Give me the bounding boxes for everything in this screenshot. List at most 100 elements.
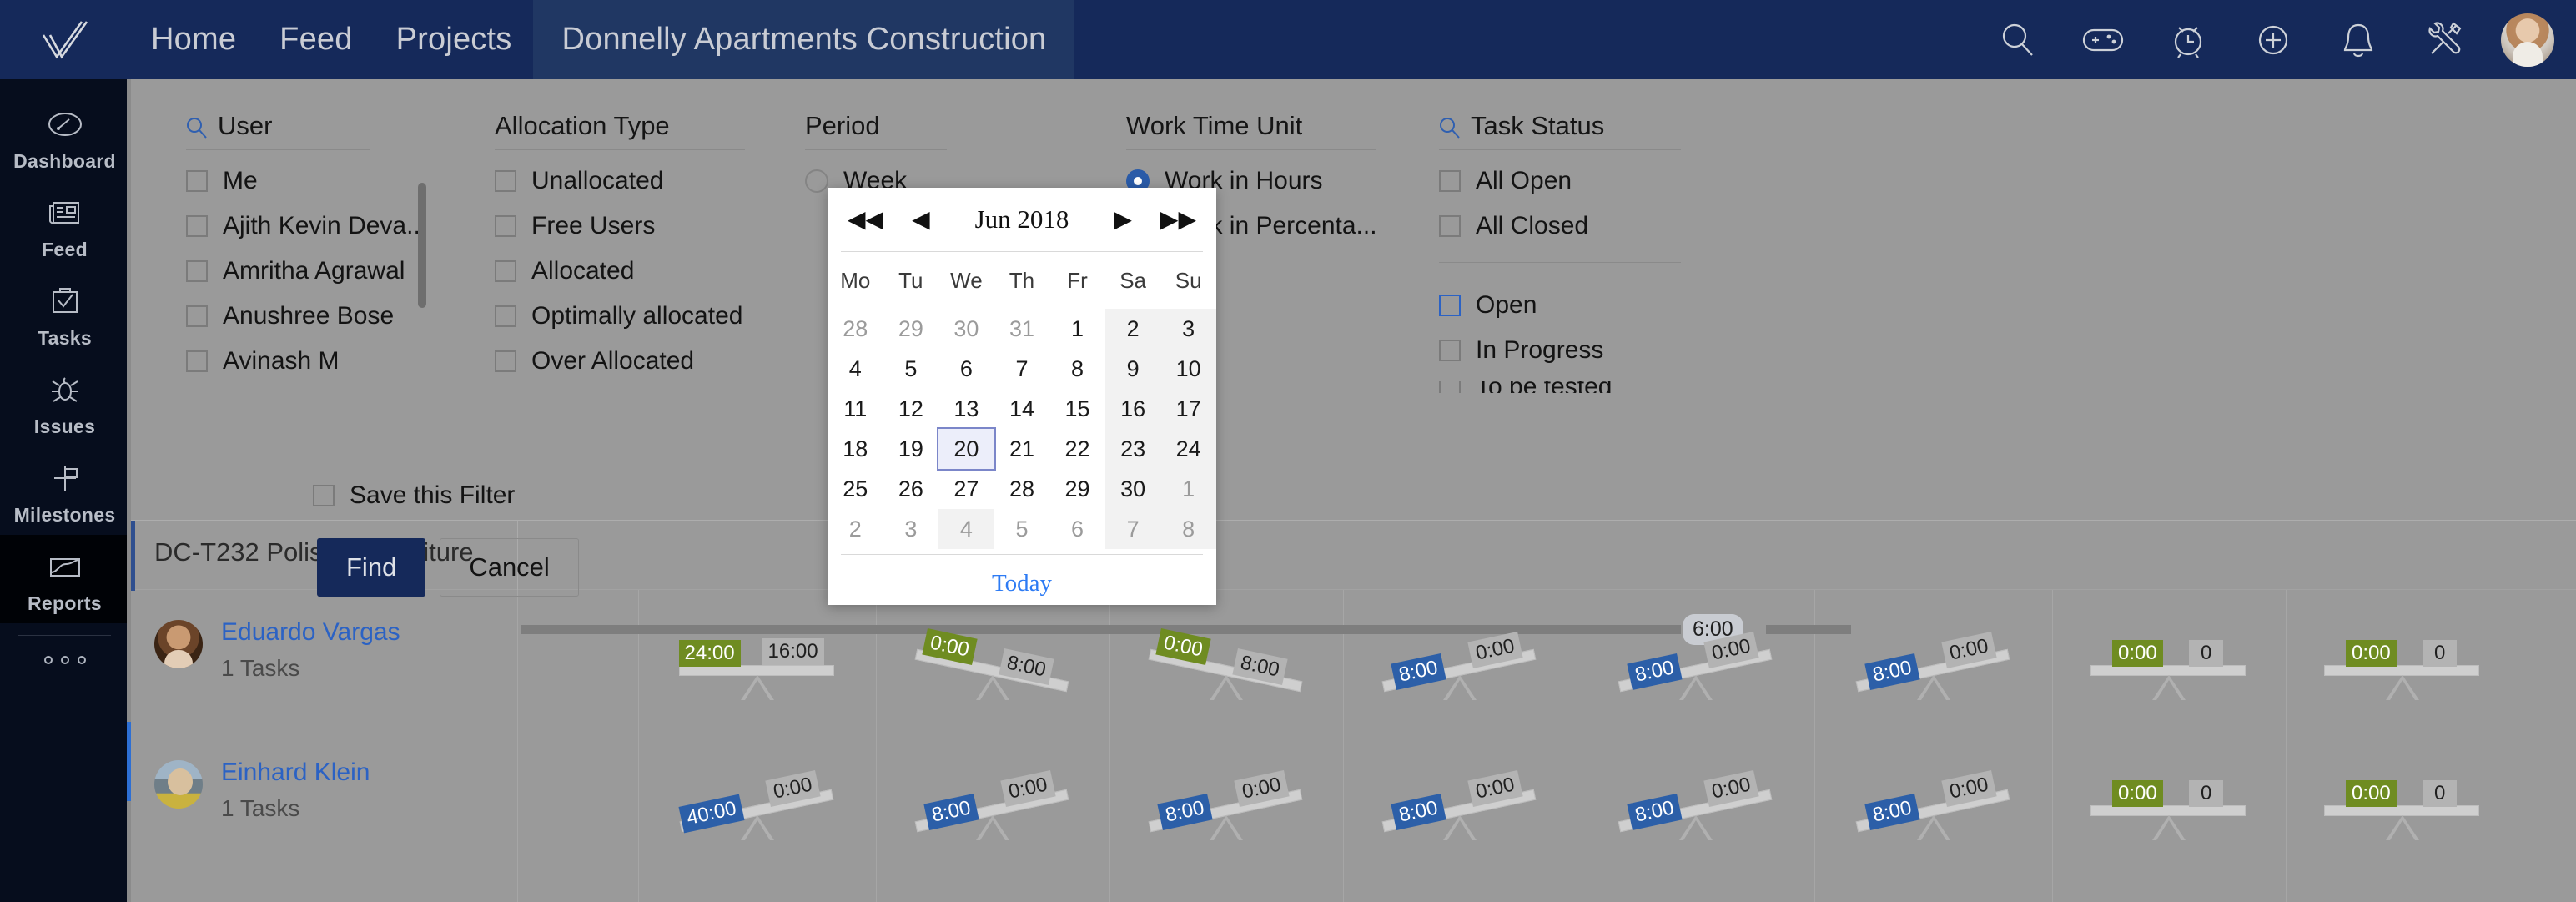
date-cell[interactable]: 29 [883, 309, 939, 349]
search-icon[interactable] [1439, 115, 1461, 139]
checkbox[interactable] [186, 305, 208, 327]
date-cell[interactable]: 14 [994, 389, 1050, 429]
user-list-scrollbar[interactable] [418, 183, 426, 308]
checkbox[interactable] [186, 215, 208, 237]
search-icon[interactable] [1994, 16, 2042, 64]
sidebar-item-reports[interactable]: Reports [0, 535, 129, 623]
filter-user-option-avinash[interactable]: Avinash M [186, 347, 370, 375]
filter-user-option-amritha[interactable]: Amritha Agrawal [186, 257, 405, 285]
date-cell[interactable]: 5 [994, 509, 1050, 549]
save-filter-row[interactable]: Save this Filter [313, 481, 515, 510]
date-cell[interactable]: 6 [1049, 509, 1105, 549]
date-cell[interactable]: 29 [1049, 469, 1105, 509]
allocation-cell[interactable]: 0:00 0 [2052, 590, 2286, 740]
checkbox[interactable] [1439, 170, 1461, 192]
date-cell[interactable]: 3 [883, 509, 939, 549]
sidebar-item-issues[interactable]: Issues [0, 358, 129, 446]
date-cell[interactable]: 5 [883, 349, 939, 389]
allocation-cell[interactable]: 0:00 8:00 [1109, 590, 1343, 740]
search-icon[interactable] [186, 115, 208, 139]
sidebar-scrollbar[interactable] [127, 79, 131, 902]
allocation-cell[interactable]: 8:00 0:00 [1343, 590, 1577, 740]
filter-user-option-anushree[interactable]: Anushree Bose [186, 302, 394, 330]
next-year-icon[interactable]: ▶▶ [1160, 205, 1196, 234]
checkbox[interactable] [495, 170, 516, 192]
sidebar-item-feed[interactable]: Feed [0, 181, 129, 270]
allocation-cell[interactable]: 8:00 0:00 [1343, 730, 1577, 880]
filter-task-status-all-closed[interactable]: All Closed [1439, 212, 1681, 240]
date-cell[interactable]: 3 [1160, 309, 1216, 349]
nav-feed[interactable]: Feed [258, 0, 374, 79]
tools-icon[interactable] [2419, 16, 2468, 64]
more-dots-icon[interactable] [0, 636, 129, 671]
date-cell[interactable]: 17 [1160, 389, 1216, 429]
sidebar-item-tasks[interactable]: Tasks [0, 270, 129, 358]
date-cell[interactable]: 22 [1049, 429, 1105, 469]
bell-icon[interactable] [2334, 16, 2382, 64]
date-cell[interactable]: 24 [1160, 429, 1216, 469]
date-cell[interactable]: 21 [994, 429, 1050, 469]
date-cell[interactable]: 28 [828, 309, 883, 349]
date-cell[interactable]: 12 [883, 389, 939, 429]
allocation-cell[interactable]: 40:00 0:00 [638, 730, 876, 880]
date-cell[interactable]: 26 [883, 469, 939, 509]
date-cell[interactable]: 11 [828, 389, 883, 429]
timer-icon[interactable] [2164, 16, 2212, 64]
checkbox[interactable] [495, 305, 516, 327]
filter-task-status-to-be-tested[interactable]: To be tested [1439, 381, 1681, 393]
date-cell[interactable]: 7 [994, 349, 1050, 389]
checkbox[interactable] [186, 350, 208, 372]
nav-project-tab[interactable]: Donnelly Apartments Construction [533, 0, 1075, 79]
filter-user-option-ajith[interactable]: Ajith Kevin Deva... [186, 212, 427, 240]
user-name-link[interactable]: Eduardo Vargas [221, 618, 400, 647]
plus-circle-icon[interactable] [2249, 16, 2297, 64]
date-cell[interactable]: 8 [1160, 509, 1216, 549]
nav-projects[interactable]: Projects [375, 0, 534, 79]
allocation-cell[interactable]: 8:00 0:00 [1814, 730, 2052, 880]
checkbox[interactable] [495, 215, 516, 237]
filter-task-status-in-progress[interactable]: In Progress [1439, 336, 1681, 365]
date-cell[interactable]: 4 [828, 349, 883, 389]
next-month-icon[interactable]: ▶ [1114, 205, 1132, 234]
date-cell[interactable]: 30 [938, 309, 994, 349]
date-cell[interactable]: 13 [938, 389, 994, 429]
filter-allocation-option-over[interactable]: Over Allocated [495, 347, 745, 375]
nav-home[interactable]: Home [129, 0, 258, 79]
date-cell[interactable]: 16 [1104, 389, 1161, 429]
first-year-icon[interactable]: ◀◀ [848, 205, 883, 234]
date-cell[interactable]: 31 [994, 309, 1050, 349]
date-cell-selected[interactable]: 20 [937, 427, 996, 471]
filter-allocation-option-free-users[interactable]: Free Users [495, 212, 745, 240]
checkbox[interactable] [186, 260, 208, 282]
allocation-cell[interactable]: 0:00 0 [2052, 730, 2286, 880]
date-cell[interactable]: 28 [994, 469, 1050, 509]
allocation-cell[interactable]: 8:00 0:00 [1109, 730, 1343, 880]
checkbox[interactable] [495, 350, 516, 372]
sidebar-scrollbar-thumb[interactable] [127, 722, 131, 801]
app-logo[interactable] [0, 0, 129, 79]
filter-allocation-option-optimally[interactable]: Optimally allocated [495, 302, 745, 330]
date-cell[interactable]: 27 [938, 469, 994, 509]
allocation-cell[interactable]: 0:00 0 [2286, 730, 2519, 880]
checkbox[interactable] [1439, 381, 1461, 393]
allocation-cell[interactable]: 8:00 0:00 [1577, 730, 1814, 880]
sidebar-item-dashboard[interactable]: Dashboard [0, 93, 129, 181]
user-name-link[interactable]: Einhard Klein [221, 758, 370, 787]
date-cell[interactable]: 2 [1104, 309, 1161, 349]
checkbox[interactable] [1439, 295, 1461, 316]
cancel-button[interactable]: Cancel [440, 538, 579, 597]
radio[interactable] [805, 169, 828, 193]
filter-allocation-option-unallocated[interactable]: Unallocated [495, 167, 745, 195]
allocation-cell[interactable]: 0:00 8:00 [876, 590, 1109, 740]
filter-allocation-option-allocated[interactable]: Allocated [495, 257, 745, 285]
date-cell[interactable]: 2 [828, 509, 883, 549]
date-cell[interactable]: 19 [883, 429, 939, 469]
date-cell[interactable]: 6 [938, 349, 994, 389]
avatar[interactable] [2501, 13, 2554, 67]
filter-user-option-me[interactable]: Me [186, 167, 370, 195]
date-cell[interactable]: 1 [1049, 309, 1105, 349]
checkbox[interactable] [1439, 215, 1461, 237]
prev-month-icon[interactable]: ◀ [912, 205, 930, 234]
allocation-cell[interactable]: 24:00 16:00 [638, 590, 876, 740]
date-cell[interactable]: 25 [828, 469, 883, 509]
